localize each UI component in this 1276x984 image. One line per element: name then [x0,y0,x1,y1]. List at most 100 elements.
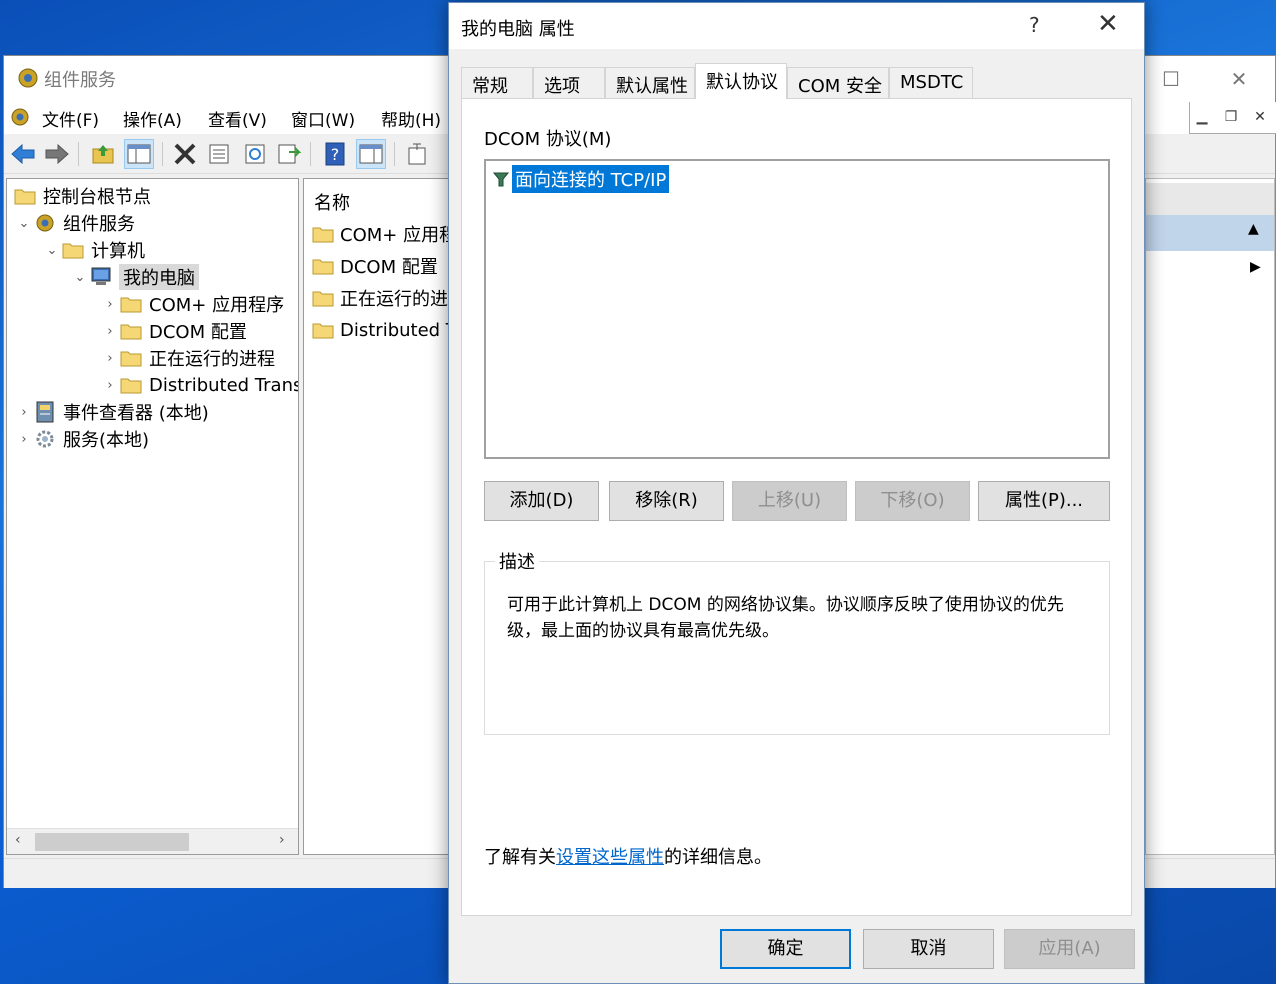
tree-item-dcom-config[interactable]: › DCOM 配置 [101,318,246,344]
tree-horizontal-scrollbar[interactable]: ‹ › [7,828,298,854]
remove-button[interactable]: 移除(R) [609,481,724,521]
folder-icon [119,293,143,315]
move-up-button[interactable]: 上移(U) [732,481,847,521]
chevron-right-icon[interactable]: › [101,297,119,312]
show-action-pane-icon[interactable] [356,139,386,169]
component-services-icon [16,66,40,90]
add-button[interactable]: 添加(D) [484,481,599,521]
ok-button[interactable]: 确定 [720,929,851,969]
tree-item-my-computer[interactable]: ⌄ 我的电脑 [71,264,199,290]
tree-item-com-apps[interactable]: › COM+ 应用程序 [101,291,284,317]
tree-item-services[interactable]: › 服务(本地) [15,426,149,452]
dcom-protocols-list[interactable]: 面向连接的 TCP/IP [484,159,1110,459]
collapse-up-icon[interactable]: ▲ [1248,221,1259,237]
tab-options[interactable]: 选项 [533,67,605,99]
learn-more-suffix: 的详细信息。 [664,847,772,868]
default-protocols-panel: DCOM 协议(M) 面向连接的 TCP/IP 添加(D) 移除(R) 上移(U… [461,98,1132,916]
tab-msdtc[interactable]: MSDTC [889,67,973,99]
folder-icon [119,347,143,369]
folder-icon [312,257,336,275]
forward-icon[interactable] [42,139,72,169]
learn-more-link[interactable]: 设置这些属性 [556,847,664,868]
description-text: 可用于此计算机上 DCOM 的网络协议集。协议顺序反映了使用协议的优先级，最上面… [507,595,1064,641]
column-header-name[interactable]: 名称 [314,189,350,215]
mmc-menu-app-icon[interactable] [8,105,32,129]
list-item-label: DCOM 配置 [340,257,438,278]
properties-icon[interactable] [204,139,234,169]
folder-icon [61,239,85,261]
tree-item-label: 组件服务 [63,214,135,235]
up-folder-icon[interactable] [88,139,118,169]
cancel-button[interactable]: 取消 [863,929,994,969]
dialog-title: 我的电脑 属性 [461,19,575,40]
event-viewer-icon [33,401,57,423]
folder-icon [119,374,143,396]
description-legend: 描述 [495,548,539,574]
chevron-right-icon[interactable]: › [15,432,33,447]
tree-item-event-viewer[interactable]: › 事件查看器 (本地) [15,399,209,425]
chevron-right-icon[interactable]: › [15,405,33,420]
tree-item-component-services[interactable]: ⌄ 组件服务 [15,210,135,236]
mdi-close-icon[interactable]: ✕ [1249,106,1271,128]
actions-pane: ▲ ▶ [1145,178,1275,855]
export-list-icon[interactable] [274,139,304,169]
help-icon[interactable]: ? [320,139,350,169]
refresh-icon[interactable] [240,139,270,169]
tree-item-computers[interactable]: ⌄ 计算机 [43,237,145,263]
scrollbar-thumb[interactable] [35,833,189,851]
tree-item-label: 控制台根节点 [43,187,151,208]
new-window-icon[interactable] [402,139,432,169]
properties-button[interactable]: 属性(P)... [978,481,1110,521]
svg-text:?: ? [331,145,340,164]
chevron-down-icon[interactable]: ⌄ [71,270,89,285]
show-hide-tree-icon[interactable] [124,139,154,169]
apply-button[interactable]: 应用(A) [1004,929,1135,969]
folder-icon [312,321,336,339]
help-button[interactable]: ? [1029,13,1040,37]
scroll-right-icon[interactable]: › [279,832,285,848]
list-item[interactable]: 正在运行的进程 [312,285,462,311]
tab-default-properties[interactable]: 默认属性 [605,67,695,99]
tab-com-security[interactable]: COM 安全 [787,67,889,99]
chevron-right-icon[interactable]: › [101,378,119,393]
tab-general[interactable]: 常规 [461,67,533,99]
list-item[interactable]: COM+ 应用程 [312,221,457,247]
delete-icon[interactable] [170,139,200,169]
menu-help[interactable]: 帮助(H) [381,106,441,131]
actions-header [1146,183,1274,215]
list-item-label: Distributed Tr [340,319,462,341]
dialog-title-bar: 我的电脑 属性 ? ✕ [449,3,1144,49]
close-icon[interactable]: ✕ [1224,64,1254,94]
list-item[interactable]: Distributed Tr [312,317,462,343]
scroll-left-icon[interactable]: ‹ [15,832,21,848]
mdi-restore-icon[interactable]: ❐ [1220,106,1242,128]
menu-window[interactable]: 窗口(W) [291,106,355,131]
menu-action[interactable]: 操作(A) [123,106,182,131]
chevron-right-icon[interactable]: › [101,351,119,366]
menu-view[interactable]: 查看(V) [208,106,267,131]
tree-item-distributed-trans[interactable]: › Distributed Trans [101,372,298,398]
tree-item-label: 我的电脑 [119,264,199,290]
learn-more-prefix: 了解有关 [484,847,556,868]
back-icon[interactable] [8,139,38,169]
tree-item-running-processes[interactable]: › 正在运行的进程 [101,345,275,371]
tree-item-console-root[interactable]: 控制台根节点 [13,183,151,209]
console-tree: 控制台根节点 ⌄ 组件服务 ⌄ 计算机 ⌄ 我的电脑 › COM+ 应用程序 ›… [6,178,299,855]
protocol-item-tcpip[interactable]: 面向连接的 TCP/IP [492,165,670,193]
tab-default-protocols[interactable]: 默认协议 [695,63,787,99]
expand-right-icon[interactable]: ▶ [1250,259,1261,275]
menu-file[interactable]: 文件(F) [42,106,99,131]
close-button[interactable]: ✕ [1097,9,1119,39]
maximize-icon[interactable]: ☐ [1156,64,1186,94]
move-down-button[interactable]: 下移(O) [855,481,970,521]
actions-section-header[interactable]: ▲ [1146,215,1274,251]
mdi-minimize-icon[interactable]: ▁ [1191,106,1213,128]
folder-icon [119,320,143,342]
result-list: 名称 COM+ 应用程 DCOM 配置 正在运行的进程 Distributed … [303,178,463,855]
chevron-down-icon[interactable]: ⌄ [15,216,33,231]
description-group: 描述 可用于此计算机上 DCOM 的网络协议集。协议顺序反映了使用协议的优先级，… [484,548,1110,735]
list-item[interactable]: DCOM 配置 [312,253,438,279]
component-services-icon [33,212,57,234]
chevron-down-icon[interactable]: ⌄ [43,243,61,258]
chevron-right-icon[interactable]: › [101,324,119,339]
